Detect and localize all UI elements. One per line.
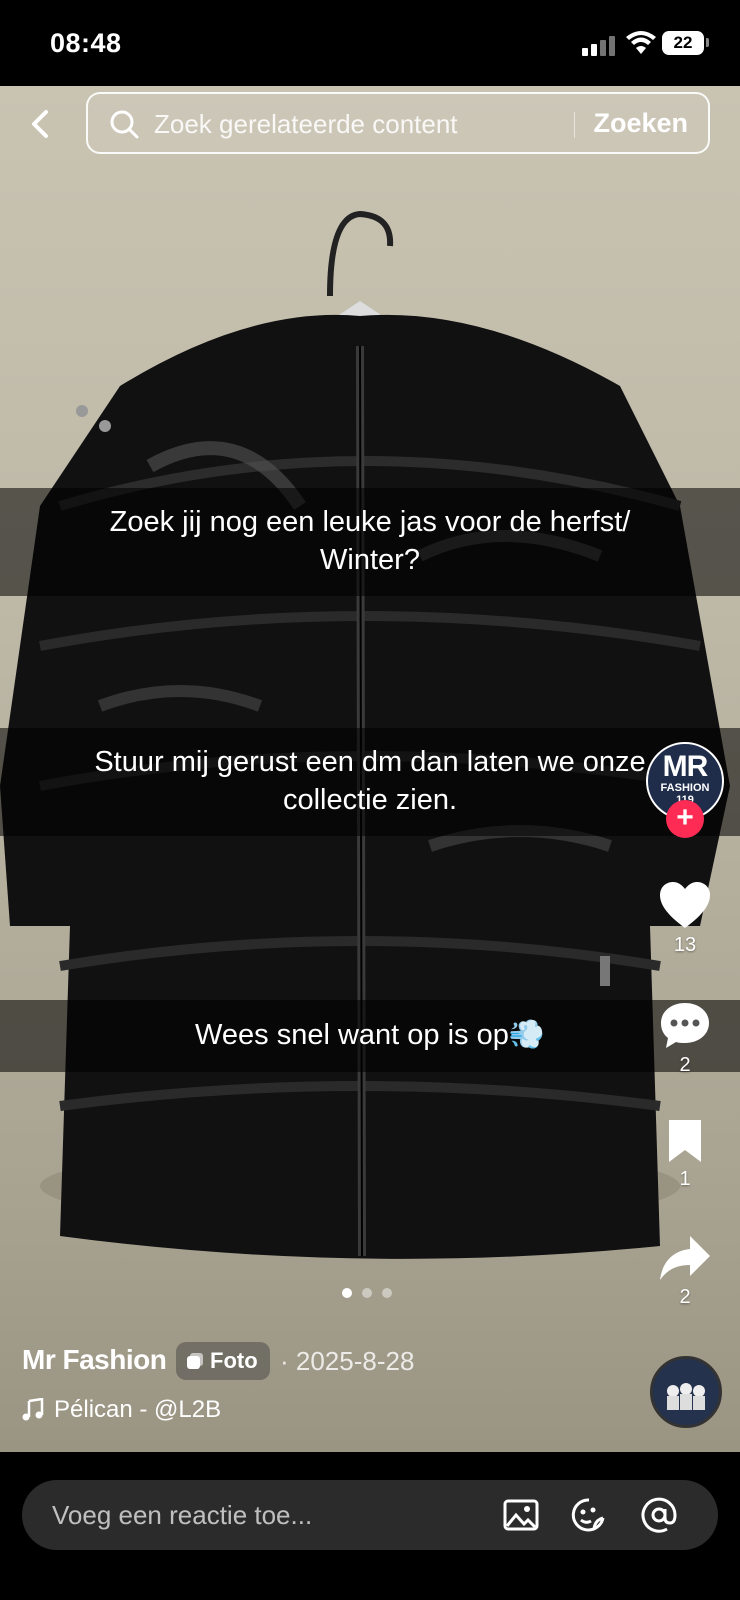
music-note-icon bbox=[22, 1398, 44, 1421]
avatar-logo-subtext: FASHION bbox=[660, 782, 710, 794]
mention-icon[interactable] bbox=[640, 1496, 678, 1534]
search-input[interactable]: Zoek gerelateerde content Zoeken bbox=[86, 92, 710, 154]
photo-badge-icon bbox=[187, 1353, 203, 1369]
caption-line: Winter? bbox=[320, 544, 420, 576]
image-icon[interactable] bbox=[502, 1496, 540, 1534]
caption-line: Zoek jij nog een leuke jas voor de herfs… bbox=[109, 506, 631, 538]
bookmark-icon bbox=[669, 1120, 701, 1162]
post-date: · 2025-8-28 bbox=[280, 1346, 415, 1376]
caption-line: collectie zien. bbox=[282, 784, 458, 816]
like-button[interactable]: 13 bbox=[652, 880, 718, 957]
comment-button[interactable]: 2 bbox=[652, 1000, 718, 1077]
search-button[interactable]: Zoeken bbox=[593, 108, 688, 139]
comment-count: 2 bbox=[679, 1054, 691, 1076]
music-title: Pélican - @L2B bbox=[54, 1396, 222, 1423]
bookmark-count: 1 bbox=[679, 1168, 691, 1190]
share-button[interactable]: 2 bbox=[652, 1234, 718, 1309]
caption-text-3: Wees snel want op is op💨 bbox=[0, 1000, 740, 1072]
bookmark-button[interactable]: 1 bbox=[652, 1118, 718, 1191]
share-icon bbox=[660, 1236, 710, 1280]
like-count: 13 bbox=[673, 934, 697, 956]
carousel-indicator bbox=[342, 1288, 402, 1300]
comment-icon bbox=[661, 1003, 709, 1048]
music-info[interactable]: Pélican - @L2B bbox=[22, 1396, 221, 1424]
music-disc-icon[interactable] bbox=[650, 1356, 722, 1428]
status-bar: 08:48 22 bbox=[0, 0, 740, 86]
photo-badge: Foto bbox=[176, 1342, 270, 1380]
top-bar: Zoek gerelateerde content Zoeken bbox=[0, 92, 740, 156]
follow-button[interactable]: + bbox=[666, 800, 704, 838]
wifi-icon bbox=[626, 31, 656, 54]
caption-line: Stuur mij gerust een dm dan laten we onz… bbox=[94, 746, 646, 778]
carousel-dot-active[interactable] bbox=[342, 1288, 352, 1298]
search-icon bbox=[110, 110, 139, 139]
photo-badge-label: Foto bbox=[210, 1348, 258, 1373]
search-placeholder: Zoek gerelateerde content bbox=[154, 109, 458, 139]
status-time: 08:48 bbox=[50, 28, 122, 58]
heart-icon bbox=[660, 882, 710, 928]
search-divider bbox=[574, 112, 575, 138]
share-count: 2 bbox=[679, 1286, 691, 1308]
signal-icon bbox=[582, 34, 618, 56]
caption-line: Wees snel want op is op💨 bbox=[195, 1019, 545, 1051]
caption-text-1: Zoek jij nog een leuke jas voor de herfs… bbox=[0, 488, 740, 596]
back-icon[interactable] bbox=[22, 106, 58, 142]
caption-text-2: Stuur mij gerust een dm dan laten we onz… bbox=[0, 728, 740, 836]
battery-tip bbox=[706, 38, 709, 47]
carousel-dot[interactable] bbox=[382, 1288, 392, 1298]
comment-input[interactable]: Voeg een reactie toe... bbox=[22, 1480, 718, 1550]
emoji-icon[interactable] bbox=[570, 1496, 608, 1534]
avatar-logo-text: MR bbox=[662, 750, 709, 783]
comment-placeholder: Voeg een reactie toe... bbox=[52, 1500, 313, 1530]
music-disc-art bbox=[653, 1359, 719, 1425]
comment-bar: Voeg een reactie toe... bbox=[0, 1452, 740, 1600]
author-name[interactable]: Mr Fashion bbox=[22, 1344, 167, 1376]
battery-indicator: 22 bbox=[662, 31, 704, 55]
carousel-dot[interactable] bbox=[362, 1288, 372, 1298]
